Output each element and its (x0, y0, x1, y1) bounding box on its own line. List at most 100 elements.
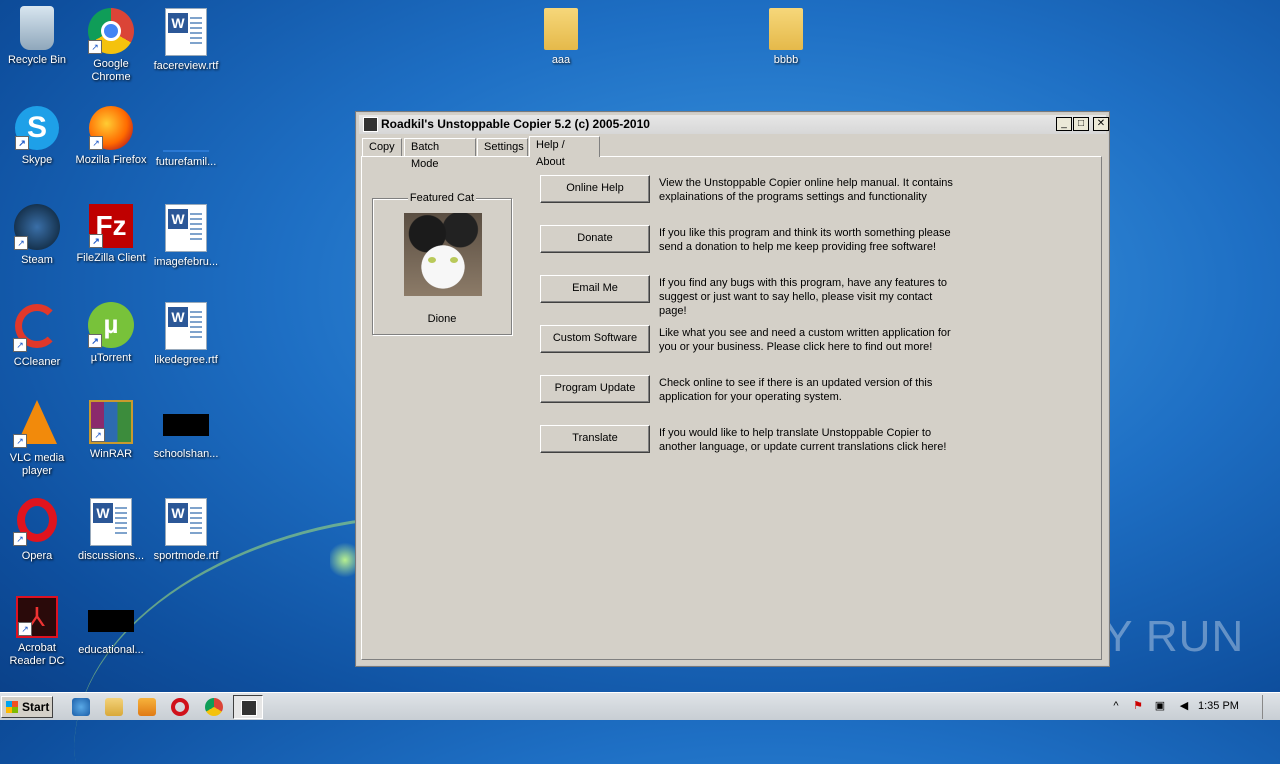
start-button[interactable]: Start (1, 696, 53, 718)
action-center-icon[interactable]: ⚑ (1131, 699, 1145, 713)
custom-software-button[interactable]: Custom Software (540, 325, 650, 353)
vlc-cone-icon: ↗ (13, 400, 61, 448)
desktop-icon-recycle-bin[interactable]: Recycle Bin (0, 6, 74, 67)
maximize-button[interactable]: □ (1073, 117, 1089, 131)
shortcut-arrow-icon: ↗ (88, 334, 102, 348)
folder-icon (769, 8, 803, 50)
ccleaner-icon: ↗ (13, 304, 61, 352)
desktop-icon-sportmode[interactable]: W sportmode.rtf (149, 498, 223, 563)
icon-label: Mozilla Firefox (75, 154, 147, 166)
windows-logo-icon (6, 701, 18, 713)
cat-photo (404, 213, 482, 296)
desktop-icon-ccleaner[interactable]: ↗ CCleaner (0, 302, 74, 369)
tab-copy[interactable]: Copy (362, 138, 402, 156)
program-update-description: Check online to see if there is an updat… (659, 377, 933, 403)
desktop-icon-skype[interactable]: S ↗ Skype (0, 106, 74, 167)
icon-label: educational... (78, 644, 144, 656)
icon-label: imagefebru... (153, 256, 219, 268)
desktop-icon-opera[interactable]: ↗ Opera (0, 498, 74, 563)
icon-label: Steam (21, 254, 53, 266)
steam-icon: ↗ (14, 204, 60, 250)
icon-label: µTorrent (90, 352, 132, 364)
desktop-icon-facereview[interactable]: W facereview.rtf (149, 8, 223, 73)
icon-label: facereview.rtf (153, 60, 219, 72)
skype-icon: S ↗ (15, 106, 59, 150)
shortcut-arrow-icon: ↗ (13, 434, 27, 448)
shortcut-arrow-icon: ↗ (89, 136, 103, 150)
help-about-panel: Featured Cat Dione Online Help View the … (361, 156, 1102, 660)
desktop-icon-winrar[interactable]: ↗ WinRAR (74, 400, 148, 461)
desktop-icon-discussions[interactable]: W discussions... (74, 498, 148, 563)
translate-button[interactable]: Translate (540, 425, 650, 453)
word-document-icon: W (165, 204, 207, 252)
icon-label: Opera (21, 550, 53, 562)
shortcut-arrow-icon: ↗ (88, 40, 102, 54)
shortcut-arrow-icon: ↗ (18, 622, 32, 636)
tab-help-about[interactable]: Help / About (529, 136, 600, 168)
desktop-icon-schoolshan[interactable]: schoolshan... (149, 400, 223, 461)
show-desktop-button[interactable] (1262, 695, 1279, 719)
desktop-folder-aaa[interactable]: aaa (524, 8, 598, 67)
word-document-icon: W (165, 8, 207, 56)
ie-icon[interactable] (72, 698, 90, 716)
clock[interactable]: 1:35 PM (1198, 700, 1239, 712)
desktop-icon-acrobat[interactable]: ⅄ ↗ Acrobat Reader DC (0, 596, 74, 668)
desktop-icon-vlc[interactable]: ↗ VLC media player (0, 400, 74, 478)
desktop-icon-futurefamil[interactable]: futurefamil... (149, 106, 223, 169)
desktop-icon-chrome[interactable]: ↗ Google Chrome (74, 8, 148, 84)
explorer-icon[interactable] (105, 698, 123, 716)
desktop-icon-likedegree[interactable]: W likedegree.rtf (149, 302, 223, 367)
file-thumbnail-icon (88, 610, 134, 632)
desktop-folder-bbbb[interactable]: bbbb (749, 8, 823, 67)
desktop-icon-educational[interactable]: educational... (74, 596, 148, 657)
program-update-button[interactable]: Program Update (540, 375, 650, 403)
desktop-icon-firefox[interactable]: ↗ Mozilla Firefox (74, 106, 148, 167)
custom-software-description: Like what you see and need a custom writ… (659, 327, 951, 353)
email-me-description: If you find any bugs with this program, … (659, 277, 947, 317)
utorrent-icon: µ ↗ (88, 302, 134, 348)
icon-label: aaa (551, 54, 571, 66)
network-icon[interactable]: ▣ (1153, 699, 1167, 713)
show-hidden-icons-icon[interactable]: ^ (1109, 699, 1123, 713)
start-label: Start (22, 700, 50, 714)
opera-icon[interactable] (171, 698, 189, 716)
chrome-icon[interactable] (205, 698, 223, 716)
word-document-icon: W (165, 302, 207, 350)
shortcut-arrow-icon: ↗ (89, 234, 103, 248)
translate-description: If you would like to help translate Unst… (659, 427, 947, 453)
media-player-icon[interactable] (138, 698, 156, 716)
volume-icon[interactable]: ◀ (1177, 699, 1191, 713)
icon-label: WinRAR (89, 448, 133, 460)
desktop-icon-utorrent[interactable]: µ ↗ µTorrent (74, 302, 148, 365)
icon-label: FileZilla Client (76, 252, 146, 264)
taskbar-unstoppable-copier[interactable] (233, 695, 263, 719)
email-me-button[interactable]: Email Me (540, 275, 650, 303)
file-icon (163, 120, 209, 152)
icon-label: Acrobat Reader DC (9, 642, 65, 667)
acrobat-icon: ⅄ ↗ (16, 596, 58, 638)
icon-label: likedegree.rtf (154, 354, 218, 366)
shortcut-arrow-icon: ↗ (91, 428, 105, 442)
tab-settings[interactable]: Settings (477, 138, 528, 156)
desktop-icon-filezilla[interactable]: Fz ↗ FileZilla Client (74, 204, 148, 265)
desktop-icon-steam[interactable]: ↗ Steam (0, 204, 74, 267)
tab-batch-mode[interactable]: Batch Mode (404, 138, 476, 170)
close-button[interactable]: ✕ (1093, 117, 1109, 131)
online-help-button[interactable]: Online Help (540, 175, 650, 203)
title-bar[interactable]: Roadkil's Unstoppable Copier 5.2 (c) 200… (359, 115, 1109, 134)
donate-button[interactable]: Donate (540, 225, 650, 253)
icon-label: Google Chrome (91, 58, 131, 83)
shortcut-arrow-icon: ↗ (14, 236, 28, 250)
icon-label: schoolshan... (153, 448, 219, 460)
chrome-icon: ↗ (88, 8, 134, 54)
icon-label: bbbb (773, 54, 799, 66)
icon-label: VLC media player (9, 452, 65, 477)
minimize-button[interactable]: _ (1056, 117, 1072, 131)
donate-description: If you like this program and think its w… (659, 227, 951, 253)
winrar-icon: ↗ (89, 400, 133, 444)
word-document-icon: W (90, 498, 132, 546)
unstoppable-copier-window: Roadkil's Unstoppable Copier 5.2 (c) 200… (355, 111, 1110, 667)
icon-label: discussions... (77, 550, 145, 562)
desktop-icon-imagefebru[interactable]: W imagefebru... (149, 204, 223, 269)
online-help-description: View the Unstoppable Copier online help … (659, 177, 953, 203)
